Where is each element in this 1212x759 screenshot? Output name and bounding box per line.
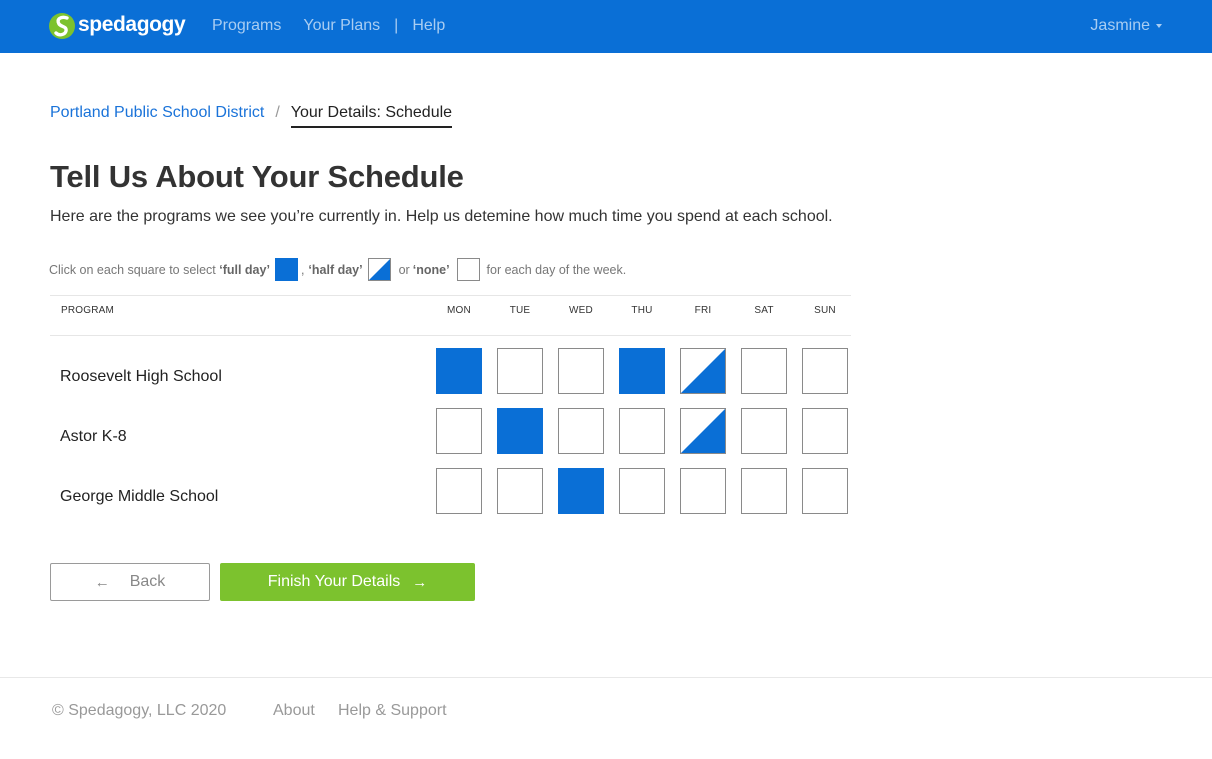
legend-full-day-swatch — [274, 258, 298, 281]
legend-comma: , — [300, 262, 305, 277]
back-button[interactable]: ← Back — [50, 563, 210, 601]
breadcrumb-district-link[interactable]: Portland Public School District — [50, 104, 264, 122]
legend-half-day-swatch — [367, 258, 391, 281]
legend-prefix: Click on each square to select — [49, 262, 220, 277]
schedule-cell-sat-none[interactable] — [741, 408, 787, 454]
day-header-sun: SUN — [814, 305, 836, 316]
day-header-mon: MON — [447, 305, 471, 316]
schedule-legend: Click on each square to select ‘full day… — [49, 258, 626, 281]
schedule-cell-sun-none[interactable] — [802, 468, 848, 514]
nav-programs-link[interactable]: Programs — [212, 17, 281, 35]
schedule-cell-fri-half[interactable] — [680, 408, 726, 454]
breadcrumb-current: Your Details: Schedule — [290, 104, 453, 128]
brand-name: spedagogy — [78, 13, 186, 36]
schedule-cell-wed-full[interactable] — [558, 468, 604, 514]
top-navbar: spedagogy Programs Your Plans | Help Jas… — [0, 0, 1212, 53]
legend-none-label: ‘none’ — [412, 262, 450, 277]
schedule-cell-mon-none[interactable] — [436, 468, 482, 514]
finish-button-label: Finish Your Details — [267, 573, 401, 590]
schedule-cell-thu-none[interactable] — [619, 468, 665, 514]
schedule-cell-sat-none[interactable] — [741, 348, 787, 394]
schedule-cell-fri-half[interactable] — [680, 348, 726, 394]
breadcrumb: Portland Public School District / Your D… — [50, 104, 453, 128]
day-header-wed: WED — [569, 305, 593, 316]
schedule-table: PROGRAM MON TUE WED THU FRI SAT SUN Roosevelt … — [50, 295, 851, 527]
day-header-sat: SAT — [754, 305, 774, 316]
table-row: Roosevelt High School — [50, 347, 851, 407]
day-header-fri: FRI — [694, 305, 712, 316]
program-name: Roosevelt High School — [60, 368, 222, 385]
program-name: Astor K-8 — [60, 428, 127, 445]
schedule-table-body: Roosevelt High School Astor K-8 George Mid… — [50, 347, 851, 527]
arrow-right-icon: → — [412, 573, 428, 591]
arrow-left-icon: ← — [94, 573, 110, 591]
schedule-cell-wed-none[interactable] — [558, 408, 604, 454]
user-name: Jasmine — [1090, 17, 1150, 34]
legend-full-label: ‘full day’ — [219, 262, 270, 277]
schedule-cell-sun-none[interactable] — [802, 348, 848, 394]
schedule-cell-tue-full[interactable] — [497, 408, 543, 454]
nav-separator: | — [394, 17, 399, 34]
footer-about-link[interactable]: About — [273, 702, 315, 720]
spedagogy-logo-icon — [49, 13, 75, 39]
chevron-down-icon — [1156, 24, 1162, 28]
schedule-cell-thu-full[interactable] — [619, 348, 665, 394]
schedule-cell-sat-none[interactable] — [741, 468, 787, 514]
back-button-label: Back — [129, 573, 166, 590]
brand-logo[interactable]: spedagogy — [48, 8, 186, 44]
table-row: Astor K-8 — [50, 407, 851, 467]
finish-your-details-button[interactable]: Finish Your Details → — [220, 563, 475, 601]
schedule-cell-tue-none[interactable] — [497, 468, 543, 514]
schedule-cell-fri-none[interactable] — [680, 468, 726, 514]
main-nav: Programs Your Plans | Help — [212, 17, 445, 35]
user-menu[interactable]: Jasmine — [1090, 17, 1162, 35]
schedule-cell-sun-none[interactable] — [802, 408, 848, 454]
nav-help-link[interactable]: Help — [412, 17, 445, 35]
program-column-header: PROGRAM — [61, 305, 115, 316]
footer-help-support-link[interactable]: Help & Support — [338, 702, 447, 720]
legend-none-swatch — [456, 258, 480, 281]
breadcrumb-separator: / — [275, 104, 280, 121]
day-header-tue: TUE — [509, 305, 531, 316]
footer-copyright: © Spedagogy, LLC 2020 — [52, 702, 227, 719]
schedule-cell-wed-none[interactable] — [558, 348, 604, 394]
legend-or: or — [398, 262, 410, 277]
nav-your-plans-link[interactable]: Your Plans — [303, 17, 380, 35]
day-header-thu: THU — [631, 305, 653, 316]
schedule-cell-mon-none[interactable] — [436, 408, 482, 454]
schedule-cell-thu-none[interactable] — [619, 408, 665, 454]
legend-half-label: ‘half day’ — [308, 262, 363, 277]
program-name: George Middle School — [60, 488, 219, 505]
legend-suffix: for each day of the week. — [486, 262, 627, 277]
schedule-cell-mon-full[interactable] — [436, 348, 482, 394]
page-subtitle: Here are the programs we see you’re curr… — [50, 208, 833, 225]
table-row: George Middle School — [50, 467, 851, 527]
schedule-table-header: PROGRAM MON TUE WED THU FRI SAT SUN — [50, 296, 851, 336]
schedule-cell-tue-none[interactable] — [497, 348, 543, 394]
page-title: Tell Us About Your Schedule — [50, 159, 464, 194]
footer: © Spedagogy, LLC 2020 About Help & Suppo… — [0, 677, 1212, 759]
